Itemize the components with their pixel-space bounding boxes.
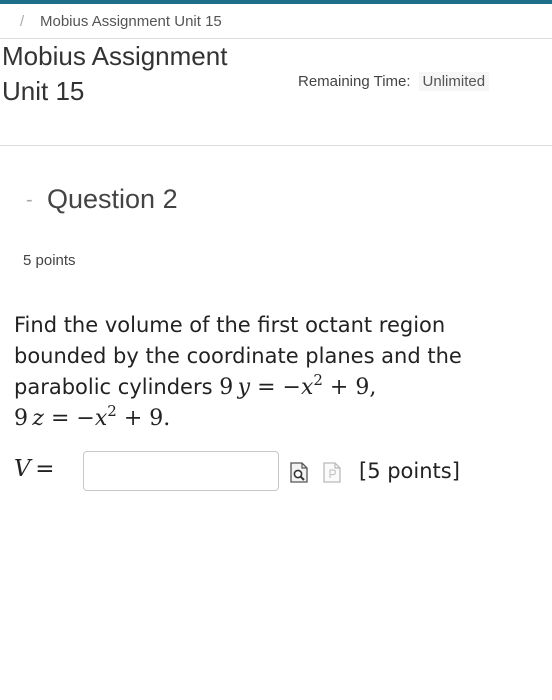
question-points: 5 points: [23, 252, 76, 269]
answer-label: V =: [14, 456, 55, 482]
question-text: Find the volume of the first octant regi…: [14, 310, 514, 434]
breadcrumb-item-assignment[interactable]: Mobius Assignment Unit 15: [40, 13, 222, 30]
question-title: Question 2: [47, 184, 178, 214]
remaining-time-value: Unlimited: [418, 72, 490, 91]
equation-1: 9 y = −x2 + 9,: [219, 371, 377, 401]
answer-points-note: [5 points]: [359, 459, 460, 483]
collapse-question-toggle[interactable]: -: [26, 189, 33, 212]
remaining-time-label: Remaining Time:: [298, 73, 411, 90]
remaining-time: Remaining Time: Unlimited: [298, 72, 490, 91]
breadcrumb-separator: /: [20, 13, 25, 30]
equation-2: 9 z = −x2 + 9.: [14, 402, 171, 432]
page-title: Mobius Assignment Unit 15: [2, 41, 228, 106]
document-icon[interactable]: [323, 462, 341, 483]
assignment-header: Mobius Assignment Unit 15 Remaining Time…: [0, 39, 552, 146]
breadcrumb: / Mobius Assignment Unit 15: [0, 4, 552, 39]
preview-magnifier-icon[interactable]: [290, 462, 308, 483]
answer-input[interactable]: [83, 451, 279, 491]
answer-row: V = [5 points]: [14, 451, 534, 493]
